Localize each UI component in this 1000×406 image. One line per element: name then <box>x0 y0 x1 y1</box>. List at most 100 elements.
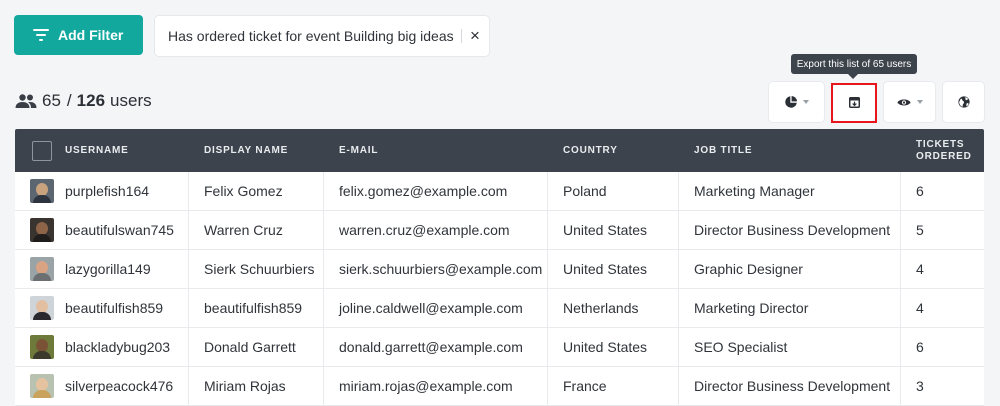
table-row[interactable]: beautifulswan745 Warren Cruz warren.cruz… <box>15 211 984 250</box>
cell-job-title: Director Business Development <box>679 211 901 249</box>
pie-chart-icon <box>784 96 797 108</box>
table-row[interactable]: purplefish164 Felix Gomez felix.gomez@ex… <box>15 172 984 211</box>
column-label: E-MAIL <box>339 145 379 156</box>
cell-country: France <box>548 367 679 405</box>
column-label: DISPLAY NAME <box>204 145 289 156</box>
table-row[interactable]: beautifulfish859 beautifulfish859 joline… <box>15 289 984 328</box>
tickets-text: 3 <box>916 378 924 394</box>
cell-tickets: 4 <box>901 289 984 327</box>
cell-username: lazygorilla149 <box>15 250 189 288</box>
cell-display-name: Miriam Rojas <box>189 367 324 405</box>
export-tooltip: Export this list of 65 users <box>791 54 917 79</box>
close-icon[interactable]: × <box>466 27 484 45</box>
avatar <box>30 335 54 359</box>
table-row[interactable]: lazygorilla149 Sierk Schuurbiers sierk.s… <box>15 250 984 289</box>
column-tickets-ordered[interactable]: TICKETS ORDERED <box>901 129 984 172</box>
country-text: United States <box>563 222 648 238</box>
avatar <box>30 374 54 398</box>
cell-tickets: 5 <box>901 211 984 249</box>
username-text[interactable]: lazygorilla149 <box>65 261 151 277</box>
avatar <box>30 296 54 320</box>
chart-dropdown-button[interactable] <box>769 82 824 122</box>
display-name-text: Felix Gomez <box>204 183 283 199</box>
cell-country: United States <box>548 211 679 249</box>
chevron-down-icon <box>802 100 809 104</box>
select-all-checkbox[interactable] <box>32 140 52 161</box>
cell-username: beautifulswan745 <box>15 211 189 249</box>
column-username[interactable]: USERNAME <box>15 129 189 172</box>
column-country[interactable]: COUNTRY <box>548 129 679 172</box>
active-filter-chip[interactable]: Has ordered ticket for event Building bi… <box>155 16 489 56</box>
cell-email: miriam.rojas@example.com <box>324 367 548 405</box>
job-title-text: Marketing Director <box>694 300 809 316</box>
column-label: TICKETS ORDERED <box>916 138 972 162</box>
cell-job-title: Director Business Development <box>679 367 901 405</box>
email-text: donald.garrett@example.com <box>339 339 523 355</box>
avatar <box>30 179 54 203</box>
add-filter-label: Add Filter <box>58 27 124 43</box>
cell-display-name: beautifulfish859 <box>189 289 324 327</box>
active-filter-label: Has ordered ticket for event Building bi… <box>168 28 454 44</box>
column-display-name[interactable]: DISPLAY NAME <box>189 129 324 172</box>
column-email[interactable]: E-MAIL <box>324 129 548 172</box>
cell-country: United States <box>548 250 679 288</box>
email-text: miriam.rojas@example.com <box>339 378 513 394</box>
display-name-text: beautifulfish859 <box>204 300 303 316</box>
job-title-text: Director Business Development <box>694 222 891 238</box>
username-text[interactable]: purplefish164 <box>65 183 149 199</box>
eye-icon <box>896 99 911 105</box>
cell-country: Netherlands <box>548 289 679 327</box>
username-text[interactable]: silverpeacock476 <box>65 378 173 394</box>
cell-tickets: 3 <box>901 367 984 405</box>
cell-tickets: 6 <box>901 328 984 366</box>
count-separator: / <box>66 91 72 110</box>
column-label: COUNTRY <box>563 145 618 156</box>
cell-job-title: SEO Specialist <box>679 328 901 366</box>
display-name-text: Donald Garrett <box>204 339 296 355</box>
country-text: Poland <box>563 183 607 199</box>
chip-divider <box>461 29 462 43</box>
cell-username: blackladybug203 <box>15 328 189 366</box>
cell-email: donald.garrett@example.com <box>324 328 548 366</box>
username-text[interactable]: blackladybug203 <box>65 339 170 355</box>
filter-icon <box>33 29 49 41</box>
export-highlight-box <box>831 83 877 123</box>
country-text: United States <box>563 339 648 355</box>
visibility-dropdown-button[interactable] <box>884 82 935 122</box>
cell-display-name: Sierk Schuurbiers <box>189 250 324 288</box>
tickets-text: 4 <box>916 261 924 277</box>
country-text: Netherlands <box>563 300 639 316</box>
display-name-text: Miriam Rojas <box>204 378 286 394</box>
cell-username: purplefish164 <box>15 172 189 210</box>
email-text: sierk.schuurbiers@example.com <box>339 261 543 277</box>
email-text: felix.gomez@example.com <box>339 183 508 199</box>
users-table: USERNAME DISPLAY NAME E-MAIL COUNTRY JOB… <box>15 129 984 406</box>
email-text: warren.cruz@example.com <box>339 222 510 238</box>
count-unit: users <box>110 91 152 110</box>
cell-display-name: Warren Cruz <box>189 211 324 249</box>
cell-tickets: 4 <box>901 250 984 288</box>
username-text[interactable]: beautifulfish859 <box>65 300 163 316</box>
table-row[interactable]: silverpeacock476 Miriam Rojas miriam.roj… <box>15 367 984 406</box>
avatar <box>30 257 54 281</box>
user-count: 65 / 126 users <box>15 91 152 111</box>
country-text: France <box>563 378 607 394</box>
cell-job-title: Marketing Manager <box>679 172 901 210</box>
cell-username: beautifulfish859 <box>15 289 189 327</box>
filtered-count: 65 <box>42 91 61 110</box>
cell-email: joline.caldwell@example.com <box>324 289 548 327</box>
cell-email: felix.gomez@example.com <box>324 172 548 210</box>
column-job-title[interactable]: JOB TITLE <box>679 129 901 172</box>
username-text[interactable]: beautifulswan745 <box>65 222 174 238</box>
cell-country: United States <box>548 328 679 366</box>
table-row[interactable]: blackladybug203 Donald Garrett donald.ga… <box>15 328 984 367</box>
tickets-text: 4 <box>916 300 924 316</box>
chevron-down-icon <box>916 100 923 104</box>
add-filter-button[interactable]: Add Filter <box>14 15 143 55</box>
cell-username: silverpeacock476 <box>15 367 189 405</box>
cell-job-title: Marketing Director <box>679 289 901 327</box>
email-text: joline.caldwell@example.com <box>339 300 523 316</box>
cell-job-title: Graphic Designer <box>679 250 901 288</box>
globe-button[interactable] <box>943 82 984 122</box>
country-text: United States <box>563 261 648 277</box>
